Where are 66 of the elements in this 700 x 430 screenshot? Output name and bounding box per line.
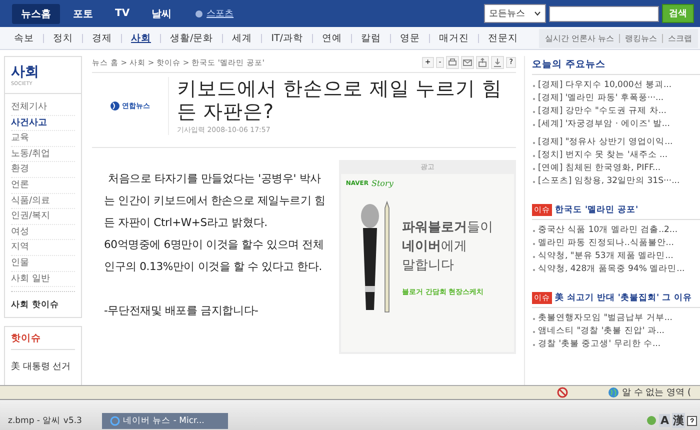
sidebar-item[interactable]: 지역 [11, 240, 75, 256]
nav-tab[interactable]: IT/과학 [271, 32, 304, 44]
issue-title[interactable]: 美 쇠고기 반대 '촛불집회' 그 이유 [555, 292, 692, 304]
top-tab[interactable]: 포토 [64, 4, 102, 24]
sidebar-item[interactable]: 여성 [11, 224, 75, 240]
browser-icon [110, 416, 120, 426]
hot-issue-link[interactable]: 사회 핫이슈 [11, 291, 75, 312]
hot-issue-item[interactable]: 美 대통령 선거 [11, 362, 71, 372]
ime-mode-button[interactable]: 漢 [672, 413, 685, 428]
globe-icon [608, 387, 619, 398]
nav-link[interactable]: 실시간 언론사 뉴스 [544, 32, 614, 44]
zone-text: 알 수 없는 영역 ( [622, 387, 691, 399]
download-icon[interactable] [491, 56, 504, 69]
nav-tab[interactable]: 전문지 [488, 32, 518, 44]
sidebar-item[interactable]: 사회 일반 [11, 272, 75, 288]
section-title: 사회 [11, 63, 40, 81]
sidebar-item[interactable]: 사건사고 [11, 116, 75, 132]
share-icon[interactable] [476, 56, 490, 69]
scope-dropdown[interactable]: 모든뉴스 [484, 4, 546, 23]
sidebar-item[interactable]: 교육 [11, 131, 75, 147]
sidebar-item[interactable]: 환경 [11, 162, 75, 178]
ad-headline: 네이버에게 [402, 238, 468, 256]
globe-logo-icon [110, 101, 120, 111]
nav-tab[interactable]: 연예 [322, 32, 342, 44]
search-field[interactable] [549, 6, 659, 22]
article-paragraph: 60억명중에 6명만이 이것을 할수 있으며 전체 인구의 0.13%만이 이것을 할 수 있다고 한다. [104, 237, 325, 275]
ad-headline: 말합니다 [402, 257, 455, 275]
top-tab[interactable]: 날씨 [142, 4, 181, 24]
nav-tab[interactable]: 생활/문화 [170, 32, 214, 44]
nav-tab[interactable]: 정치 [53, 32, 73, 44]
nav-tab[interactable]: 사회 [131, 32, 151, 44]
brand-script: Story [371, 179, 394, 188]
mail-icon[interactable] [461, 56, 474, 69]
ball-icon [194, 10, 203, 18]
nav-tab[interactable]: 세계 [232, 32, 252, 44]
top-tab[interactable]: TV [106, 5, 139, 22]
sidebar-item[interactable]: 인권/복지 [11, 209, 75, 225]
article-title: 키보드에서 한손으로 제일 누르기 힘든 자판은? [177, 77, 503, 123]
print-icon[interactable] [446, 56, 460, 69]
nav-link[interactable]: 랭킹뉴스 [625, 32, 657, 44]
top-tab[interactable]: 뉴스홈 [12, 4, 60, 24]
article-paragraph: 처음으로 타자기를 만들었다는 '공병우' 박사는 인간이 키보드에서 한손으로 제일누르기 힘든 자판이 Ctrl+W+S라고 밝혔다. [104, 171, 326, 231]
nav-link[interactable]: 스크랩 [668, 32, 692, 44]
article-paragraph: -무단전재및 배포를 금지합니다- [104, 303, 260, 319]
taskbar-button[interactable]: 네이버 뉴스 - Micr... [102, 413, 228, 429]
sidebar-item[interactable]: 전체기사 [11, 100, 75, 116]
nav-tab[interactable]: 매거진 [439, 32, 470, 44]
help-icon[interactable] [687, 416, 697, 426]
ime-mode-button[interactable]: A [659, 414, 670, 427]
caret-icon [534, 11, 541, 16]
hot-issue-title: 핫이슈 [11, 332, 75, 350]
network-icon[interactable] [646, 415, 658, 426]
top-news-title: 오늘의 주요뉴스 [532, 58, 700, 75]
sidebar-item[interactable]: 식품/의료 [11, 194, 75, 210]
sidebar-item[interactable]: 인물 [11, 256, 75, 272]
sidebar-item[interactable]: 언론 [11, 178, 75, 194]
blocked-icon [557, 387, 568, 398]
nav-tab[interactable]: 칼럼 [361, 32, 382, 44]
nav-tab[interactable]: 속보 [14, 32, 34, 44]
nav-tab[interactable]: 경제 [92, 32, 112, 44]
nav-tab[interactable]: 영문 [400, 32, 420, 44]
taskbar-button[interactable]: z.bmp - 알씨 v5.3 [0, 413, 96, 429]
sidebar-item[interactable]: 노동/취업 [11, 146, 75, 162]
sports-link[interactable]: 스포츠 [206, 7, 234, 20]
ad-headline: 파워블로거들이 [402, 219, 493, 237]
issue-title[interactable]: 한국도 '멜라민 공포' [555, 204, 638, 216]
